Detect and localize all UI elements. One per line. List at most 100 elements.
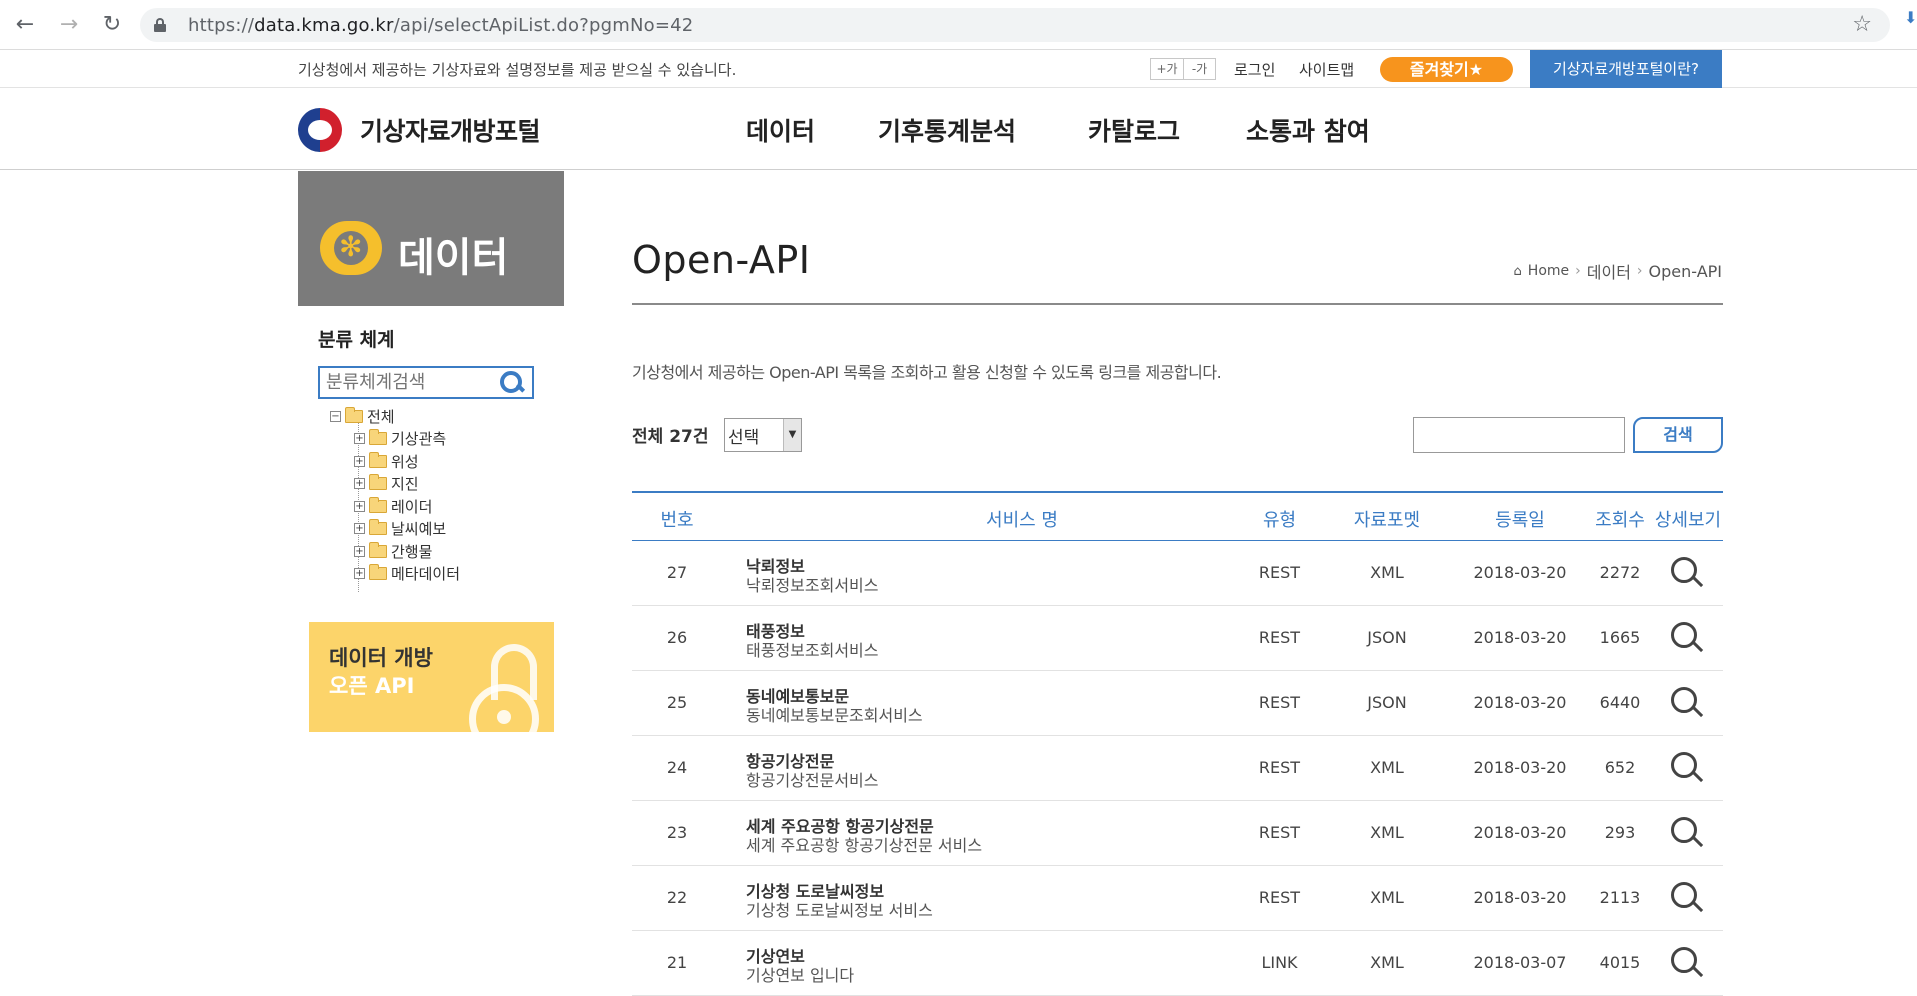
portal-about-button[interactable]: 기상자료개방포털이란? (1530, 50, 1722, 88)
forward-arrow-icon[interactable]: → (56, 12, 82, 38)
nav-catalog[interactable]: 카탈로그 (1088, 112, 1180, 148)
tree-node-item[interactable]: + 레이더 (354, 496, 432, 517)
view-count: 652 (1604, 758, 1636, 777)
breadcrumb-data[interactable]: 데이터 (1587, 259, 1631, 283)
expand-icon[interactable]: + (354, 501, 365, 512)
service-description: 기상연보 입니다 (746, 966, 855, 985)
nav-community[interactable]: 소통과 참여 (1246, 112, 1370, 148)
expand-icon[interactable]: + (354, 546, 365, 557)
extension-icon[interactable]: ⬇ (1904, 8, 1917, 27)
view-count: 2272 (1599, 563, 1641, 582)
breadcrumb: ⌂ Home › 데이터 › Open-API (1514, 259, 1722, 283)
folder-icon (369, 429, 387, 445)
filter-select-value: 선택 (728, 427, 760, 448)
column-header: 유형 (1262, 510, 1297, 531)
magnifier-icon[interactable] (1671, 817, 1705, 851)
tree-node-item[interactable]: + 메타데이터 (354, 563, 460, 584)
reload-icon[interactable]: ↻ (99, 12, 125, 38)
tree-node-item[interactable]: + 기상관측 (354, 428, 446, 449)
magnifier-icon[interactable] (1671, 882, 1705, 916)
service-description: 기상청 도로날씨정보 서비스 (746, 901, 933, 920)
service-type: REST (1258, 888, 1301, 907)
tree-node-item[interactable]: + 날씨예보 (354, 518, 446, 539)
registered-date: 2018-03-07 (1473, 953, 1567, 972)
open-api-banner[interactable]: 데이터 개방 오픈 API (309, 622, 554, 732)
site-logo[interactable]: 기상자료개방포털 (298, 108, 541, 152)
view-count: 293 (1604, 823, 1636, 842)
data-format: XML (1370, 563, 1404, 582)
tree-node-item[interactable]: + 지진 (354, 473, 419, 494)
nav-climate-stats[interactable]: 기후통계분석 (878, 112, 1016, 148)
registered-date: 2018-03-20 (1473, 888, 1567, 907)
magnifier-icon[interactable] (1671, 752, 1705, 786)
collapse-icon[interactable]: − (330, 411, 341, 422)
table-row: 25 동네예보통보문 동네예보통보문조회서비스 REST JSON 2018-0… (632, 671, 1723, 736)
service-description: 낙뢰정보조회서비스 (746, 576, 879, 595)
service-type: REST (1258, 693, 1301, 712)
folder-icon (369, 519, 387, 535)
tree-node-label: 지진 (391, 475, 419, 493)
bookmark-star-icon[interactable]: ☆ (1852, 12, 1872, 37)
data-icon (320, 221, 382, 275)
breadcrumb-current: Open-API (1648, 261, 1722, 281)
registered-date: 2018-03-20 (1473, 563, 1567, 582)
data-format: XML (1370, 888, 1404, 907)
service-type: LINK (1261, 953, 1298, 972)
table-row: 23 세계 주요공항 항공기상전문 세계 주요공항 항공기상전문 서비스 RES… (632, 801, 1723, 866)
filter-select[interactable]: 선택 ▼ (724, 418, 802, 452)
font-increase-button[interactable]: +가 (1151, 59, 1183, 79)
table-row: 21 기상연보 기상연보 입니다 LINK XML 2018-03-07 401… (632, 931, 1723, 996)
view-count: 4015 (1599, 953, 1641, 972)
expand-icon[interactable]: + (354, 568, 365, 579)
magnifier-icon[interactable] (1671, 947, 1705, 981)
nav-data[interactable]: 데이터 (746, 112, 815, 148)
font-decrease-button[interactable]: -가 (1183, 59, 1215, 79)
sitemap-link[interactable]: 사이트맵 (1299, 59, 1354, 80)
tree-node-root[interactable]: − 전체 (330, 406, 395, 427)
expand-icon[interactable]: + (354, 478, 365, 489)
registered-date: 2018-03-20 (1473, 758, 1567, 777)
expand-icon[interactable]: + (354, 523, 365, 534)
lock-icon (154, 18, 166, 32)
search-icon[interactable] (500, 371, 524, 395)
data-format: XML (1370, 953, 1404, 972)
tree-node-item[interactable]: + 간행물 (354, 541, 432, 562)
folder-icon (369, 474, 387, 490)
back-arrow-icon[interactable]: ← (12, 12, 38, 38)
row-number: 27 (666, 563, 688, 582)
expand-icon[interactable]: + (354, 456, 365, 467)
registered-date: 2018-03-20 (1473, 823, 1567, 842)
taxonomy-search-input[interactable] (320, 368, 480, 397)
magnifier-icon[interactable] (1671, 557, 1705, 591)
address-bar[interactable]: https://data.kma.go.kr/api/selectApiList… (140, 8, 1890, 42)
total-count: 전체 27건 (632, 427, 709, 447)
url-text[interactable]: https://data.kma.go.kr/api/selectApiList… (188, 15, 693, 36)
column-header: 자료포멧 (1353, 510, 1421, 531)
home-icon[interactable]: ⌂ (1514, 264, 1522, 279)
tree-node-item[interactable]: + 위성 (354, 451, 419, 472)
view-count: 1665 (1599, 628, 1641, 647)
folder-icon (369, 452, 387, 468)
column-header: 번호 (660, 510, 694, 531)
folder-icon (369, 542, 387, 558)
service-description: 동네예보통보문조회서비스 (746, 706, 923, 725)
registered-date: 2018-03-20 (1473, 693, 1567, 712)
service-type: REST (1258, 563, 1301, 582)
favorite-button[interactable]: 즐겨찾기★ (1380, 57, 1513, 82)
unlock-icon (469, 644, 549, 732)
magnifier-icon[interactable] (1671, 687, 1705, 721)
tree-node-label: 레이더 (391, 498, 433, 516)
search-button[interactable]: 검색 (1633, 417, 1723, 453)
column-header: 등록일 (1495, 510, 1545, 531)
expand-icon[interactable]: + (354, 433, 365, 444)
chevron-right-icon: › (1575, 263, 1581, 279)
registered-date: 2018-03-20 (1473, 628, 1567, 647)
search-input[interactable] (1413, 417, 1625, 453)
magnifier-icon[interactable] (1671, 622, 1705, 656)
login-link[interactable]: 로그인 (1234, 59, 1275, 80)
data-format: JSON (1367, 628, 1407, 647)
sidebar-title: 데이터 (398, 235, 509, 281)
breadcrumb-home[interactable]: Home (1528, 263, 1569, 279)
open-banner-line1: 데이터 개방 (329, 646, 433, 670)
table-header: 번호 서비스 명 유형 자료포멧 등록일 조회수 상세보기 (632, 491, 1723, 541)
